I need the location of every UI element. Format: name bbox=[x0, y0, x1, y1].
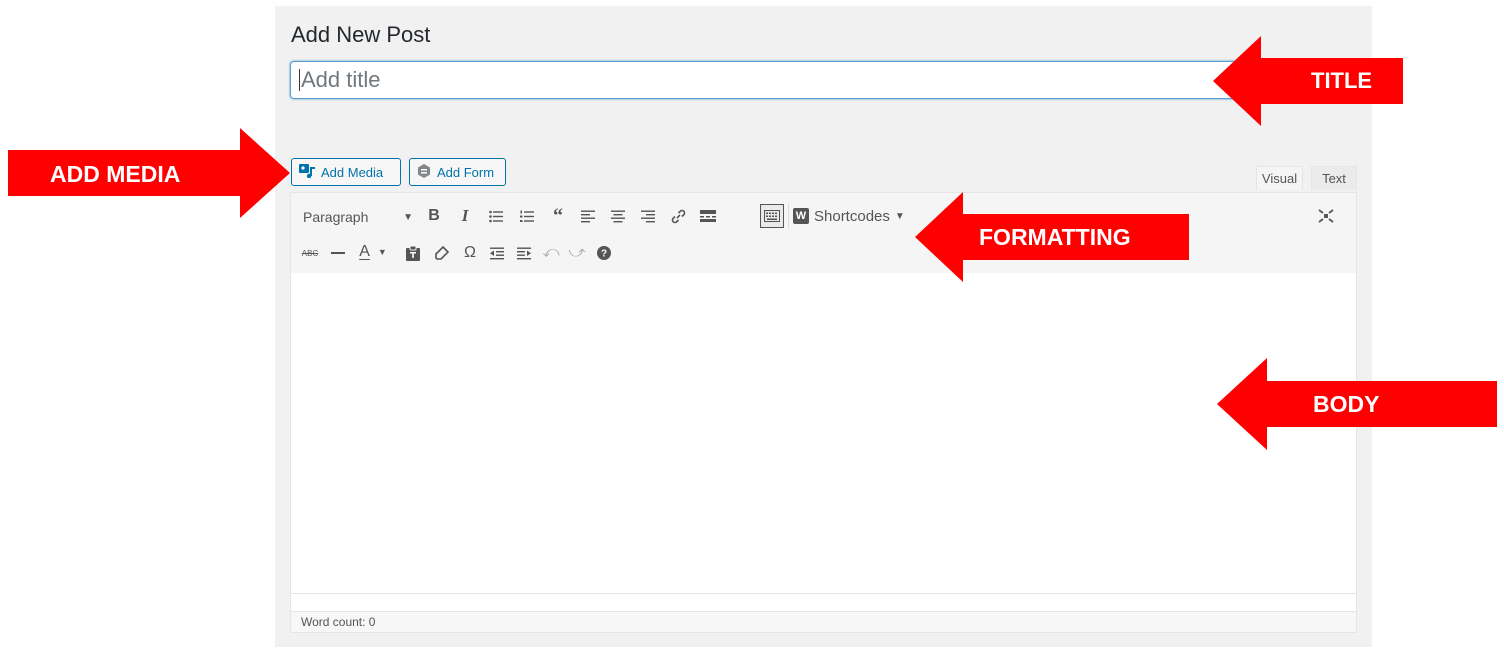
link-icon[interactable] bbox=[667, 205, 689, 227]
paste-text-icon[interactable] bbox=[402, 242, 424, 264]
indent-icon[interactable] bbox=[513, 242, 535, 264]
editor: Paragraph ▼ B I “ W Shortcodes ▼ ABC A ▼… bbox=[290, 192, 1357, 633]
add-media-button[interactable]: Add Media bbox=[291, 158, 401, 186]
numbered-list-icon[interactable] bbox=[516, 205, 538, 227]
clear-formatting-icon[interactable] bbox=[431, 242, 453, 264]
tab-visual[interactable]: Visual bbox=[1256, 166, 1303, 190]
toolbar-toggle-icon[interactable] bbox=[760, 204, 784, 228]
text-cursor bbox=[299, 69, 300, 91]
bold-icon[interactable]: B bbox=[423, 205, 445, 227]
special-character-icon[interactable]: Ω bbox=[459, 242, 481, 264]
toolbar-separator bbox=[788, 203, 789, 229]
help-icon[interactable]: ? bbox=[593, 242, 615, 264]
shortcodes-icon: W bbox=[793, 208, 809, 224]
body-callout-arrow: BODY bbox=[1217, 358, 1497, 455]
media-icon bbox=[299, 163, 315, 181]
align-left-icon[interactable] bbox=[577, 205, 599, 227]
format-select-value: Paragraph bbox=[303, 209, 369, 225]
formatting-toolbar: Paragraph ▼ B I “ W Shortcodes ▼ ABC A ▼… bbox=[291, 193, 1356, 274]
post-body-editor[interactable] bbox=[291, 273, 1356, 594]
outdent-icon[interactable] bbox=[486, 242, 508, 264]
formatting-callout-arrow: FORMATTING bbox=[915, 192, 1189, 287]
undo-icon[interactable]: ⤺ bbox=[540, 242, 562, 264]
tab-text[interactable]: Text bbox=[1311, 166, 1357, 190]
form-icon bbox=[417, 163, 431, 181]
title-callout-arrow: TITLE bbox=[1213, 36, 1403, 131]
chevron-down-icon: ▼ bbox=[403, 211, 413, 223]
add-form-label: Add Form bbox=[437, 164, 495, 180]
add-media-callout-arrow: ADD MEDIA bbox=[8, 128, 290, 223]
italic-icon[interactable]: I bbox=[454, 205, 476, 227]
redo-icon[interactable]: ⤻ bbox=[566, 242, 588, 264]
shortcodes-dropdown[interactable]: W Shortcodes ▼ bbox=[793, 205, 905, 227]
svg-text:?: ? bbox=[601, 249, 607, 260]
title-callout-label: TITLE bbox=[1311, 68, 1373, 93]
bullet-list-icon[interactable] bbox=[485, 205, 507, 227]
blockquote-icon[interactable]: “ bbox=[547, 205, 569, 227]
body-callout-label: BODY bbox=[1313, 391, 1380, 417]
chevron-down-icon: ▼ bbox=[377, 247, 387, 257]
editor-resize-area bbox=[291, 593, 1356, 612]
shortcodes-label: Shortcodes bbox=[814, 207, 890, 225]
page-title: Add New Post bbox=[291, 22, 431, 47]
text-color-icon[interactable]: A ▼ bbox=[353, 241, 393, 263]
align-right-icon[interactable] bbox=[637, 205, 659, 227]
strikethrough-icon[interactable]: ABC bbox=[299, 242, 321, 264]
horizontal-line-icon[interactable] bbox=[327, 242, 349, 264]
fullscreen-icon[interactable] bbox=[1315, 205, 1337, 227]
post-title-input[interactable] bbox=[290, 61, 1292, 99]
word-count: Word count: 0 bbox=[291, 611, 1356, 632]
add-media-label: Add Media bbox=[321, 164, 384, 180]
chevron-down-icon: ▼ bbox=[894, 210, 905, 222]
format-select[interactable]: Paragraph ▼ bbox=[299, 205, 417, 229]
align-center-icon[interactable] bbox=[607, 205, 629, 227]
post-editor-panel: Add New Post Add Media Add Form Visual T… bbox=[275, 6, 1372, 647]
add-media-callout-label: ADD MEDIA bbox=[50, 161, 181, 187]
formatting-callout-label: FORMATTING bbox=[979, 224, 1131, 250]
read-more-icon[interactable] bbox=[697, 205, 719, 227]
add-form-button[interactable]: Add Form bbox=[409, 158, 506, 186]
